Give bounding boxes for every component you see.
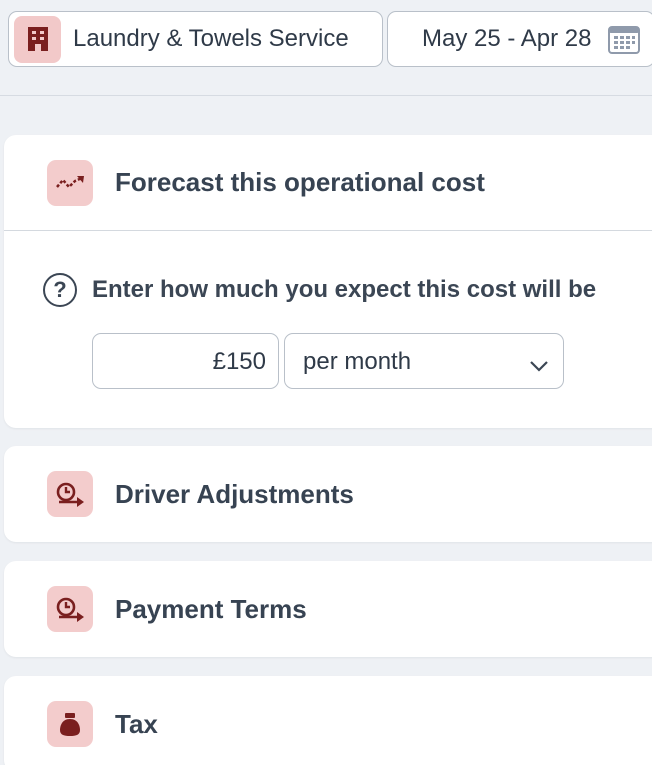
top-bar: Laundry & Towels Service May 25 - Apr 28	[0, 0, 652, 96]
amount-input[interactable]: £150	[92, 333, 279, 389]
forecast-title: Forecast this operational cost	[115, 167, 485, 197]
chevron-down-icon	[529, 351, 549, 379]
trend-arrow-icon	[47, 159, 93, 206]
section-title: Driver Adjustments	[115, 478, 354, 509]
section-title: Tax	[115, 708, 158, 739]
question-text: Enter how much you expect this cost will…	[92, 276, 597, 303]
tax-card[interactable]: Tax	[4, 676, 652, 765]
clock-arrow-icon	[47, 471, 93, 517]
money-bag-icon	[47, 701, 93, 747]
help-icon[interactable]: ?	[43, 273, 77, 307]
forecast-card: Forecast this operational cost ? Enter h…	[4, 135, 652, 428]
calendar-icon	[608, 24, 640, 61]
payment-terms-card[interactable]: Payment Terms	[4, 561, 652, 657]
date-range-picker[interactable]: May 25 - Apr 28	[387, 11, 652, 67]
forecast-question: ? Enter how much you expect this cost wi…	[43, 273, 596, 307]
driver-adjustments-card[interactable]: Driver Adjustments	[4, 446, 652, 542]
cost-name: Laundry & Towels Service	[73, 25, 349, 52]
date-range: May 25 - Apr 28	[422, 25, 592, 52]
building-icon	[14, 15, 61, 63]
forecast-header[interactable]: Forecast this operational cost	[4, 135, 652, 231]
section-title: Payment Terms	[115, 593, 307, 624]
period-select[interactable]: per month	[284, 333, 564, 389]
period-value: per month	[303, 348, 412, 375]
clock-arrow-icon	[47, 586, 93, 632]
cost-selector[interactable]: Laundry & Towels Service	[8, 11, 383, 67]
